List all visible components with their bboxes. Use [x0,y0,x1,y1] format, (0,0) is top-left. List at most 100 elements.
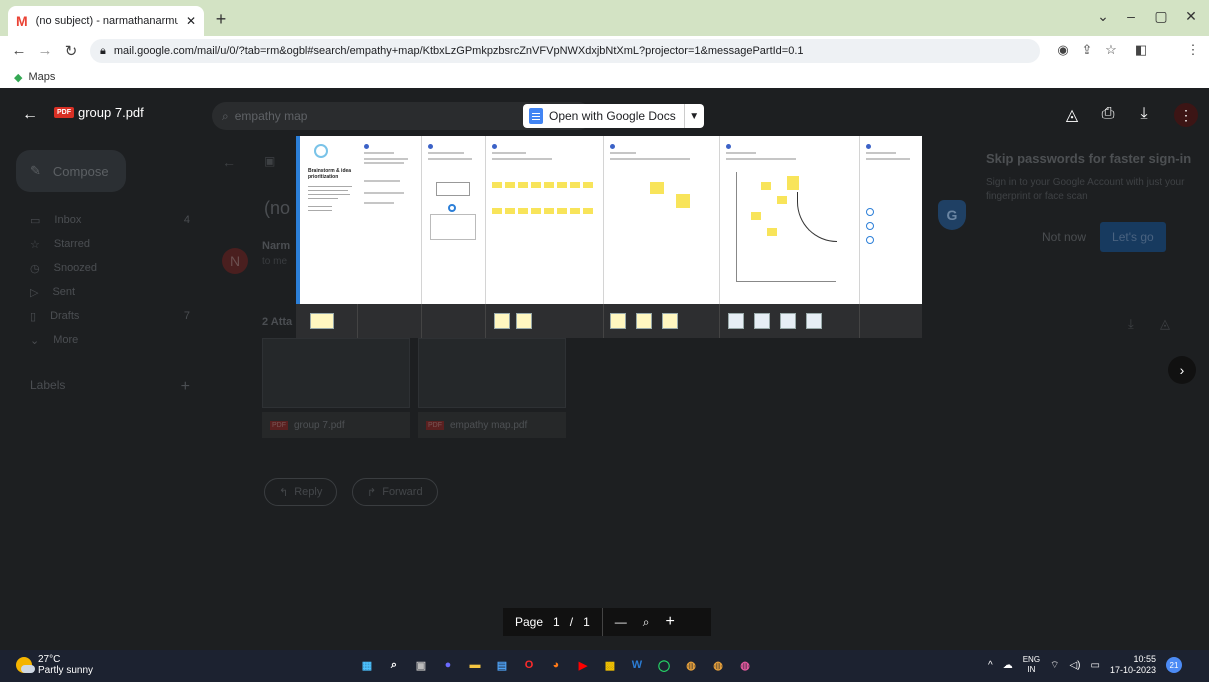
pdf-viewer-toolbar: ← PDF group 7.pdf Open with Google Docs … [0,92,1209,138]
youtube-icon[interactable]: ▶ [574,656,592,674]
sticky-note-group [492,182,593,188]
minimize-icon[interactable]: – [1120,8,1142,24]
maps-icon: ◆ [14,71,23,84]
step-icon [866,208,874,216]
bookmark-maps[interactable]: Maps [28,71,55,83]
labels-section: Labels + [30,378,190,396]
bookmarks-bar: ◆ Maps [0,66,1209,88]
pdf-section [358,136,422,304]
not-now-button: Not now [1042,230,1087,244]
browser-menu-icon[interactable]: ⋮ [1184,42,1202,58]
windows-taskbar: 27°C Partly sunny ▦ ⌕ ▣ ● ▬ ▤ O ◕ ▶ ▩ W … [0,650,1209,682]
thumbnail-icon [728,313,744,329]
back-icon[interactable]: ← [8,42,30,59]
language-indicator[interactable]: ENG IN [1023,655,1040,675]
text-line [308,210,332,211]
reload-icon[interactable]: ↻ [60,42,82,60]
windows-start-icon[interactable]: ▦ [358,656,376,674]
word-icon[interactable]: W [628,656,646,674]
file-explorer-icon[interactable]: ▬ [466,656,484,674]
viewer-more-options-icon[interactable]: ⋮ [1174,103,1198,127]
forward-label: Forward [382,486,423,498]
system-tray: ^ ☁ ENG IN ⌔ ◁) ▭ 10:55 17-10-2023 21 [988,654,1182,676]
save-to-drive-icon: ◬ [1160,316,1170,331]
page-number-input[interactable]: 1 [553,615,560,629]
browser-tab-gmail[interactable]: M (no subject) - narmathanarmu6… ✕ [8,6,204,36]
chat-icon[interactable]: ● [439,656,457,674]
show-hidden-icons-icon[interactable]: ^ [988,660,993,671]
curve-line [797,192,837,242]
tab-title: (no subject) - narmathanarmu6… [35,15,178,27]
weather-widget[interactable]: 27°C Partly sunny [16,654,93,676]
clock[interactable]: 10:55 17-10-2023 [1110,654,1156,676]
thumbnail-icon [806,313,822,329]
thumbnail-icon [636,313,652,329]
nav-count: 7 [183,310,190,322]
eye-icon[interactable]: ◉ [1054,42,1072,58]
zoom-out-icon[interactable]: — [615,615,627,629]
address-bar[interactable]: 🔒︎ mail.google.com/mail/u/0/?tab=rm&ogbl… [90,39,1040,63]
chrome-active-icon[interactable]: ◍ [736,656,754,674]
restore-icon[interactable]: ▢ [1150,8,1172,25]
download-icon[interactable]: ⤓ [1134,105,1154,123]
photos-icon[interactable]: ▩ [601,656,619,674]
step-dot [492,144,497,149]
screen: M (no subject) - narmathanarmu6… ✕ + ⌄ –… [0,0,1209,682]
onedrive-icon[interactable]: ☁ [1003,660,1013,671]
close-window-icon[interactable]: ✕ [1180,8,1202,25]
nav-label: Sent [52,286,76,298]
zoom-in-icon[interactable]: + [665,613,674,631]
share-icon[interactable]: ⇪ [1078,42,1096,58]
search-taskbar-icon[interactable]: ⌕ [385,656,403,674]
next-attachment-icon[interactable]: › [1168,356,1196,384]
firefox-icon[interactable]: ◕ [547,656,565,674]
sidebar-item-snoozed: ◷ Snoozed [30,262,190,275]
wifi-icon[interactable]: ⌔ [1050,659,1059,672]
zoom-reset-icon[interactable]: ⌕ [643,615,650,630]
lang-bottom: IN [1027,665,1036,674]
back-to-list-icon: ← [222,154,236,170]
text-line [364,192,404,194]
sender-avatar: N [222,248,248,274]
print-icon[interactable]: ⎙ [1098,105,1118,123]
close-tab-icon[interactable]: ✕ [186,14,196,28]
notifications-badge[interactable]: 21 [1165,657,1182,673]
open-with-google-docs-button[interactable]: Open with Google Docs ▼ [523,104,704,128]
pdf-section [604,136,720,304]
volume-icon[interactable]: ◁) [1069,660,1080,671]
thumbnail-cell [604,304,720,338]
taskbar-apps: ▦ ⌕ ▣ ● ▬ ▤ O ◕ ▶ ▩ W ◯ ◍ ◍ ◍ [358,656,754,674]
add-to-drive-icon[interactable]: ◬ [1062,105,1082,125]
thumbnail-icon [754,313,770,329]
text-line [610,152,636,154]
page-total: 1 [583,615,590,629]
opera-icon[interactable]: O [520,656,538,674]
chrome-profile-icon[interactable]: ◍ [709,656,727,674]
forward-icon[interactable]: → [34,42,56,59]
pdf-section [486,136,604,304]
nav-label: Drafts [50,310,80,322]
step-dot [428,144,433,149]
task-view-icon[interactable]: ▣ [412,656,430,674]
partly-sunny-icon [16,657,35,673]
tab-search-icon[interactable]: ⌄ [1092,8,1114,25]
bookmark-star-icon[interactable]: ☆ [1102,42,1120,58]
pdf-page[interactable]: Brainstorm & idea prioritization [296,136,922,338]
open-with-dropdown-icon[interactable]: ▼ [683,104,704,128]
thumbnail-cell [358,304,422,338]
close-viewer-back-icon[interactable]: ← [22,106,38,124]
store-icon[interactable]: ▤ [493,656,511,674]
browser-tab-strip: M (no subject) - narmathanarmu6… ✕ + ⌄ –… [0,0,1209,36]
sticky-note [650,182,664,194]
side-panel-icon[interactable]: ◧ [1132,42,1150,58]
forward-button: ↱ Forward [352,478,438,506]
whatsapp-icon[interactable]: ◯ [655,656,673,674]
google-shield-icon: G [938,200,966,230]
cover-title: Brainstorm & idea prioritization [308,168,352,180]
new-tab-icon[interactable]: + [210,8,232,30]
text-line [308,206,332,207]
battery-icon[interactable]: ▭ [1090,660,1099,671]
chrome-profile-icon[interactable]: ◍ [682,656,700,674]
pdf-section [422,136,486,304]
text-line [308,190,348,191]
